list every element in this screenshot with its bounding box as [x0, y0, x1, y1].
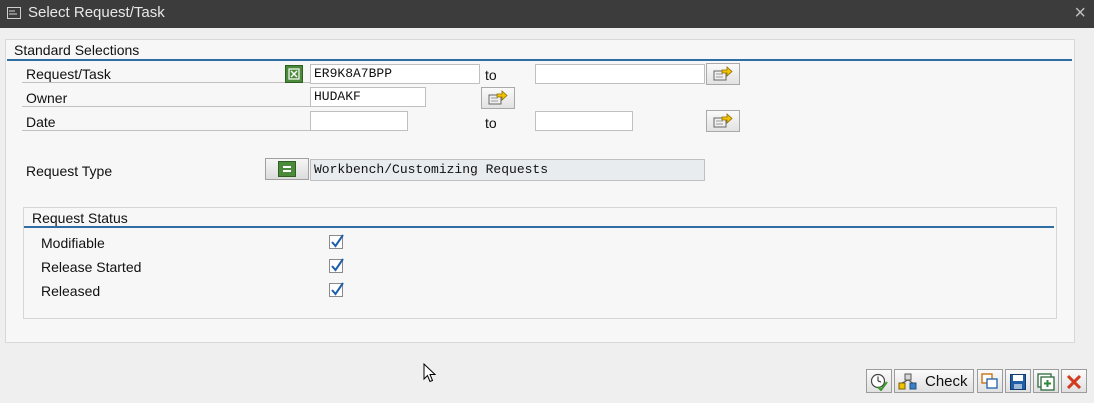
cancel-button[interactable]: [1061, 369, 1087, 393]
equals-icon: [278, 161, 296, 177]
status-release-started-label: Release Started: [41, 259, 142, 275]
request-task-to-input[interactable]: [535, 64, 705, 84]
window-icon: [7, 7, 21, 19]
hierarchy-check-icon: [898, 373, 917, 390]
execute-button[interactable]: [866, 369, 892, 393]
date-label: Date: [22, 114, 314, 131]
copy-windows-icon: [981, 373, 998, 389]
window-title: Select Request/Task: [28, 4, 165, 21]
request-task-label: Request/Task: [22, 66, 314, 83]
get-variant-button[interactable]: [1033, 369, 1059, 393]
title-bar: Select Request/Task ×: [0, 0, 1094, 28]
request-type-dropdown-button[interactable]: [265, 158, 309, 180]
check-button-label: Check: [925, 373, 968, 390]
cancel-x-icon: [1066, 374, 1082, 390]
request-status-group: [23, 207, 1057, 319]
checkmark-icon: [331, 234, 344, 248]
owner-input[interactable]: HUDAKF: [310, 87, 426, 107]
multiple-selection-arrow-icon: [713, 66, 733, 81]
status-modifiable-checkbox[interactable]: [329, 234, 344, 249]
status-modifiable-label: Modifiable: [41, 235, 105, 251]
standard-selections-title: Standard Selections: [14, 42, 140, 58]
owner-multiple-selection-button[interactable]: [481, 87, 515, 109]
date-from-input[interactable]: [310, 111, 408, 131]
execute-clock-icon: [870, 373, 888, 391]
save-variant-button[interactable]: [1005, 369, 1031, 393]
standard-selections-divider: [7, 59, 1072, 61]
request-task-to-label: to: [485, 67, 497, 83]
request-type-label: Request Type: [26, 163, 113, 179]
status-release-started-checkbox[interactable]: [329, 258, 344, 273]
request-type-field[interactable]: Workbench/Customizing Requests: [310, 159, 705, 181]
owner-label: Owner: [22, 90, 314, 107]
status-released-label: Released: [41, 283, 101, 299]
select-option-icon[interactable]: [285, 65, 303, 83]
date-to-input[interactable]: [535, 111, 633, 131]
close-icon[interactable]: ×: [1074, 3, 1086, 23]
options-button[interactable]: [977, 369, 1003, 393]
add-window-icon: [1037, 373, 1055, 391]
multiple-selection-arrow-icon: [713, 113, 733, 128]
status-released-checkbox[interactable]: [329, 282, 344, 297]
checkmark-icon: [331, 258, 344, 272]
mouse-pointer-icon: [423, 363, 437, 383]
request-status-divider: [24, 226, 1054, 228]
request-status-title: Request Status: [32, 210, 128, 226]
request-task-multiple-selection-button[interactable]: [706, 63, 740, 85]
multiple-selection-arrow-icon: [488, 90, 508, 105]
date-to-label: to: [485, 115, 497, 131]
save-floppy-icon: [1010, 374, 1026, 390]
checkmark-icon: [331, 282, 344, 296]
check-button[interactable]: Check: [894, 369, 974, 393]
request-task-from-input[interactable]: ER9K8A7BPP: [310, 64, 480, 84]
date-multiple-selection-button[interactable]: [706, 110, 740, 132]
